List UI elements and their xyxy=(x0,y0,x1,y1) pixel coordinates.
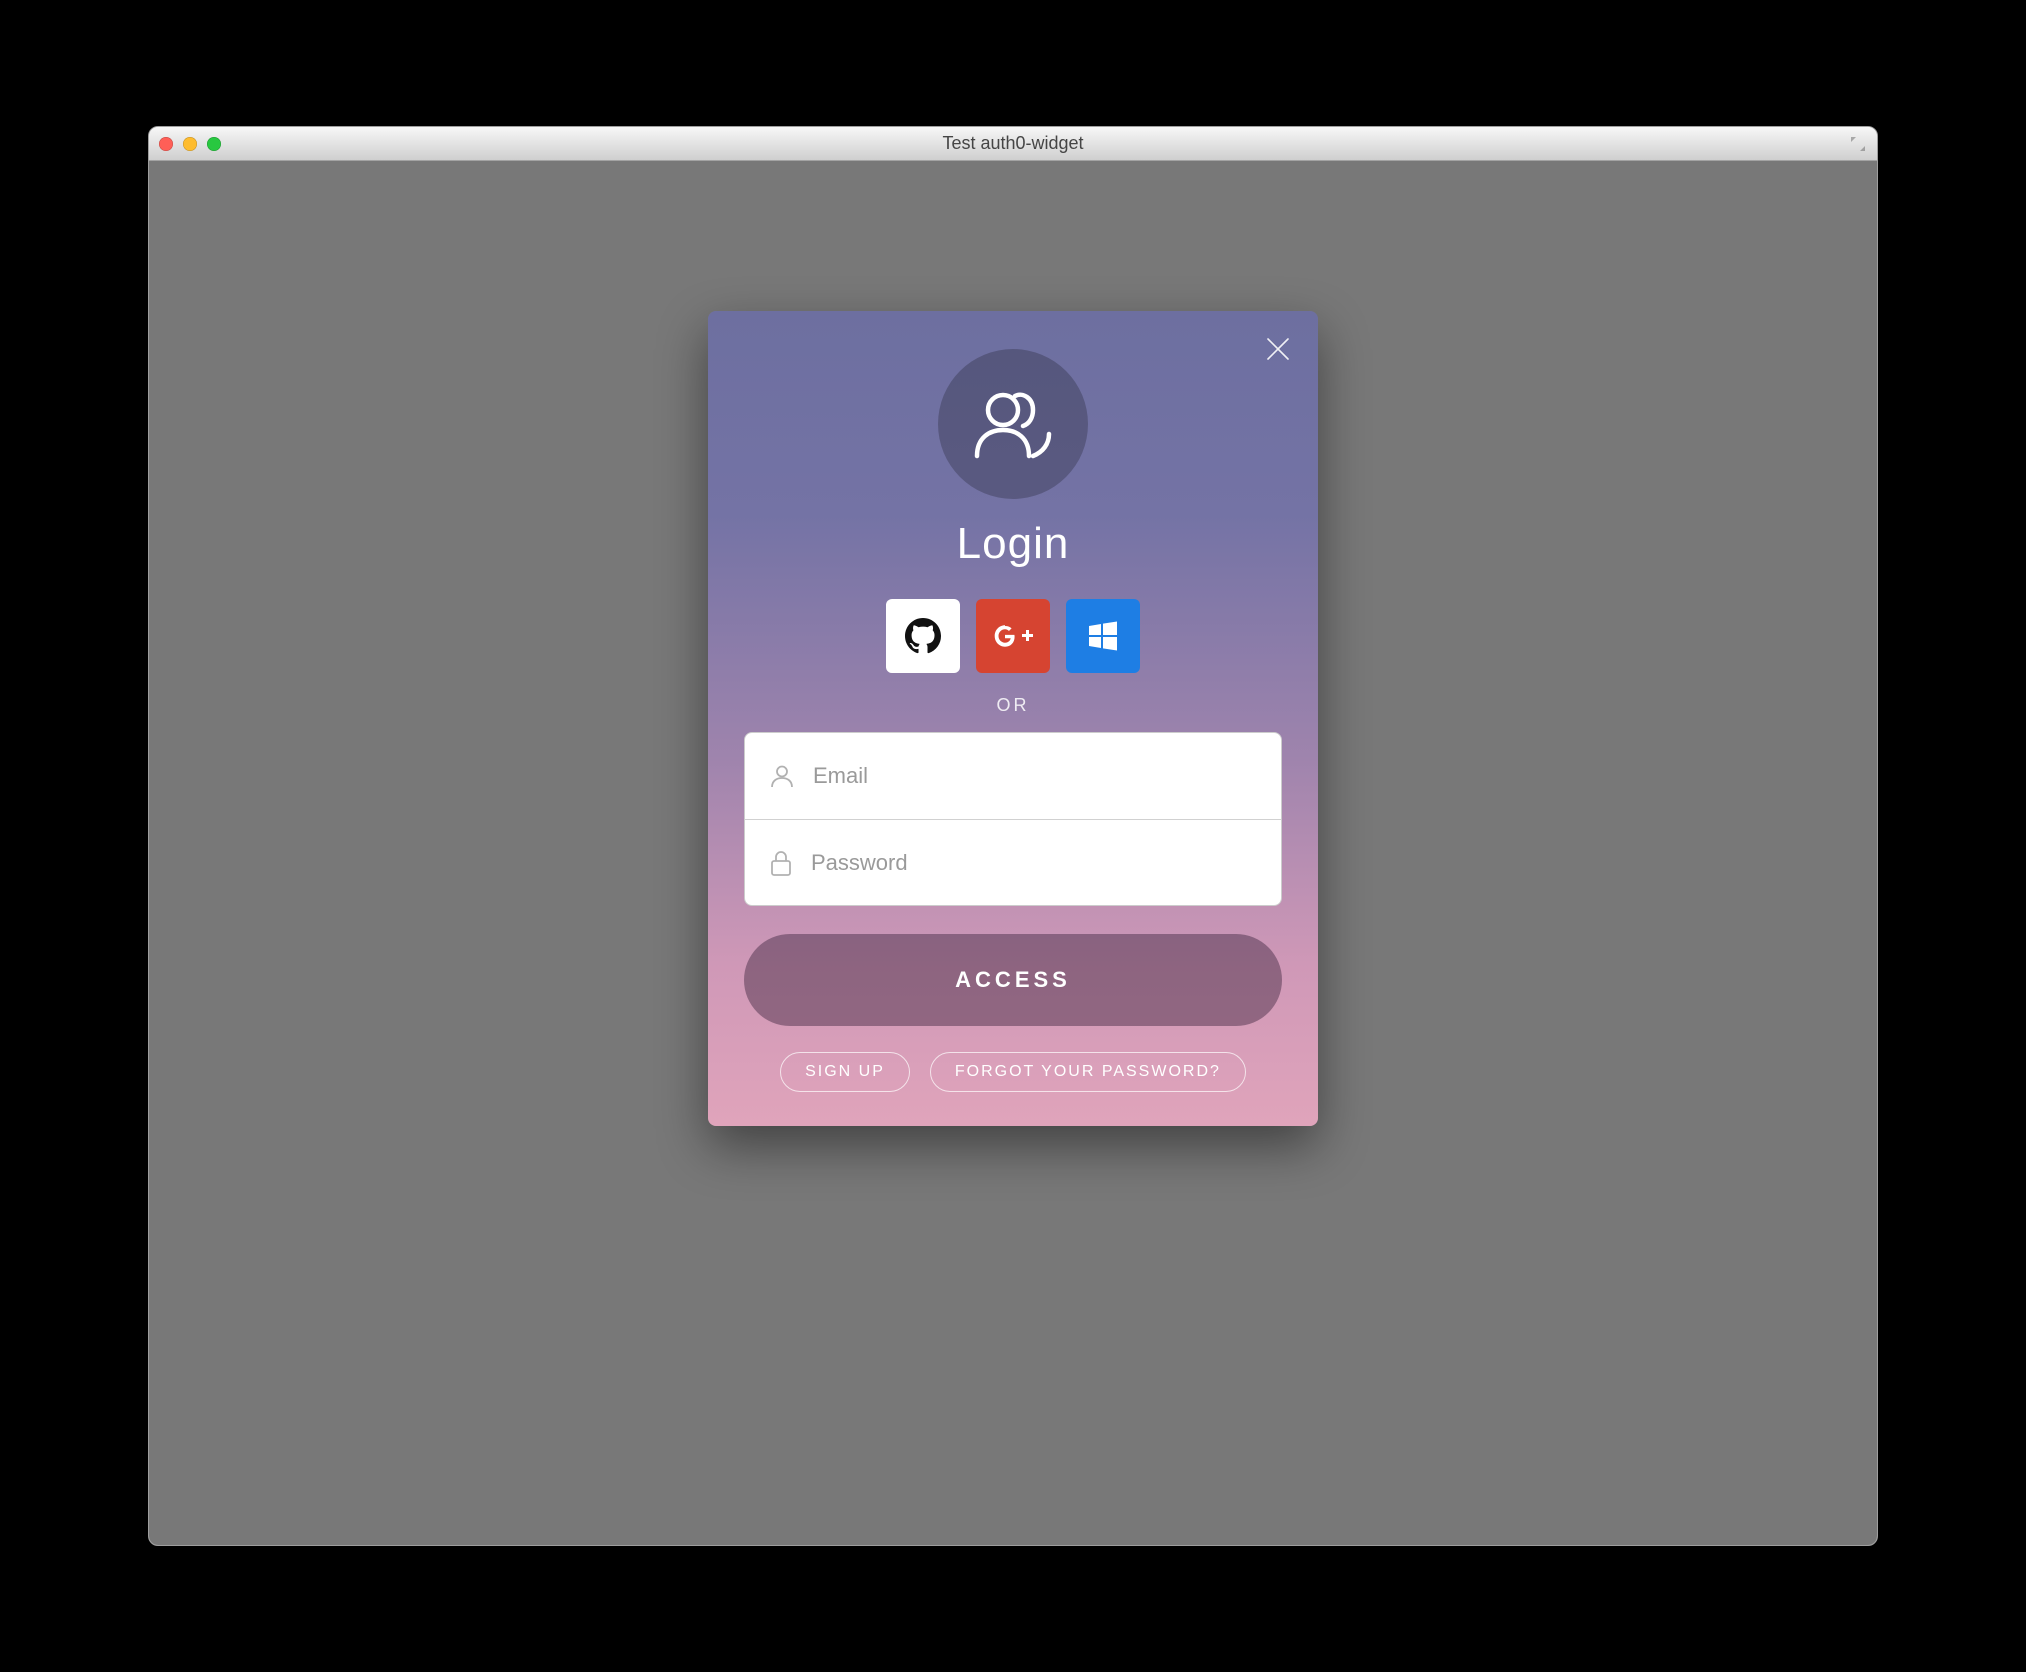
window-zoom-button[interactable] xyxy=(207,137,221,151)
close-icon xyxy=(1264,335,1292,363)
microsoft-login-button[interactable] xyxy=(1066,599,1140,673)
title-bar: Test auth0-widget xyxy=(149,127,1877,161)
footer-links: SIGN UP FORGOT YOUR PASSWORD? xyxy=(744,1052,1282,1092)
signup-button[interactable]: SIGN UP xyxy=(780,1052,910,1092)
traffic-lights xyxy=(159,137,221,151)
window-title: Test auth0-widget xyxy=(942,133,1083,154)
window-close-button[interactable] xyxy=(159,137,173,151)
app-window: Test auth0-widget xyxy=(148,126,1878,1546)
content-area: Login xyxy=(149,161,1877,1545)
credentials-fields xyxy=(744,732,1282,906)
google-plus-icon xyxy=(992,618,1034,654)
lock-icon xyxy=(769,849,793,877)
fullscreen-button[interactable] xyxy=(1849,135,1867,153)
window-minimize-button[interactable] xyxy=(183,137,197,151)
password-field-row xyxy=(745,819,1281,905)
users-icon xyxy=(971,388,1055,460)
close-button[interactable] xyxy=(1264,335,1292,363)
user-icon xyxy=(769,763,795,789)
login-card: Login xyxy=(708,311,1318,1126)
windows-icon xyxy=(1085,618,1121,654)
avatar-circle xyxy=(938,349,1088,499)
google-plus-login-button[interactable] xyxy=(976,599,1050,673)
password-input[interactable] xyxy=(811,850,1257,876)
fullscreen-icon xyxy=(1849,135,1867,153)
forgot-password-button[interactable]: FORGOT YOUR PASSWORD? xyxy=(930,1052,1246,1092)
email-field-row xyxy=(745,733,1281,819)
github-icon xyxy=(905,618,941,654)
login-title: Login xyxy=(744,519,1282,569)
github-login-button[interactable] xyxy=(886,599,960,673)
or-separator: OR xyxy=(744,695,1282,716)
access-button[interactable]: ACCESS xyxy=(744,934,1282,1026)
email-input[interactable] xyxy=(813,763,1257,789)
social-buttons xyxy=(744,599,1282,673)
